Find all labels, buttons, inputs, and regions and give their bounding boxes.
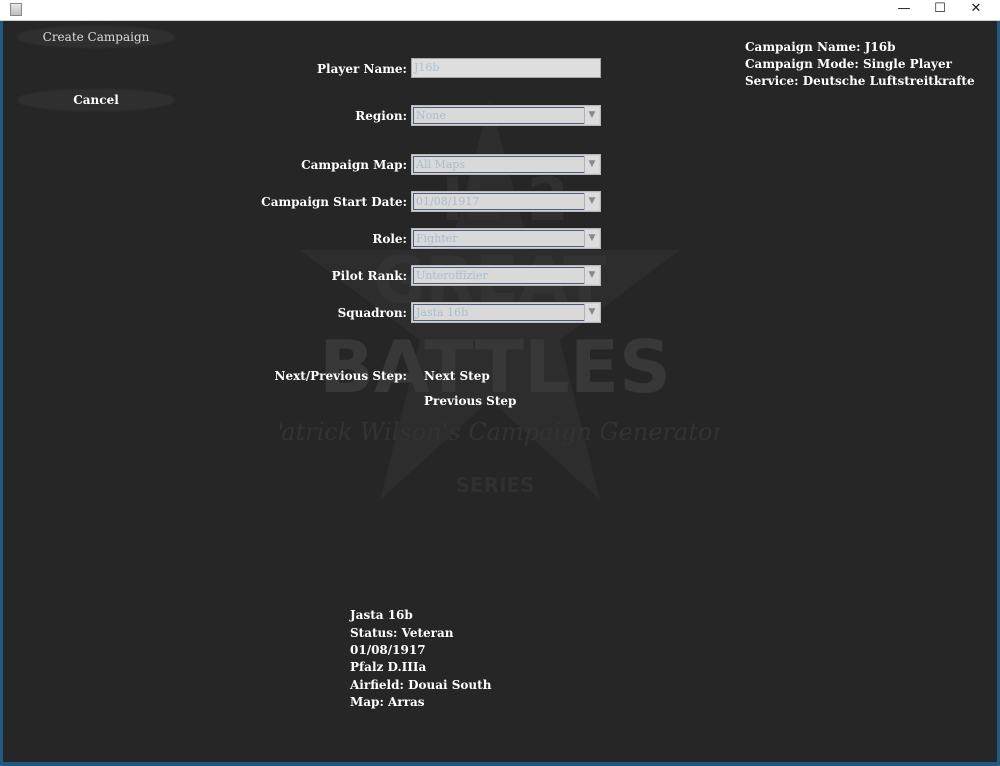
- pilot-rank-label: Pilot Rank:: [331, 269, 407, 283]
- start-date-select[interactable]: 01/08/1917 ▼: [411, 191, 601, 212]
- player-name-input[interactable]: J16b: [411, 58, 601, 78]
- campaign-map-select-value: All Maps: [413, 156, 585, 173]
- role-label: Role:: [372, 232, 407, 246]
- create-campaign-button[interactable]: Create Campaign: [18, 27, 174, 47]
- region-select[interactable]: None ▼: [411, 105, 601, 126]
- frame-edge-marker: [0, 430, 3, 442]
- cancel-button[interactable]: Cancel: [18, 90, 174, 110]
- squadron-aircraft-text: Pfalz D.IIIa: [350, 660, 427, 674]
- chevron-down-icon[interactable]: ▼: [584, 304, 599, 321]
- start-date-select-value: 01/08/1917: [413, 193, 585, 210]
- pilot-rank-select[interactable]: Unteroffizier ▼: [411, 265, 601, 286]
- next-step-button[interactable]: Next Step: [424, 369, 490, 383]
- squadron-airfield-text: Airfield: Douai South: [350, 678, 492, 692]
- minimize-button[interactable]: —: [886, 0, 922, 20]
- campaign-map-select[interactable]: All Maps ▼: [411, 154, 601, 175]
- region-select-value: None: [413, 107, 585, 124]
- campaign-map-label: Campaign Map:: [301, 158, 407, 172]
- pilot-rank-select-value: Unteroffizier: [413, 267, 585, 284]
- service-text: Service: Deutsche Luftstreitkrafte: [745, 74, 975, 88]
- java-app-icon: [10, 3, 22, 16]
- chevron-down-icon[interactable]: ▼: [584, 193, 599, 210]
- close-button[interactable]: ✕: [958, 0, 994, 20]
- squadron-status-text: Status: Veteran: [350, 626, 454, 640]
- next-previous-step-label: Next/Previous Step:: [274, 369, 407, 383]
- previous-step-button[interactable]: Previous Step: [424, 394, 516, 408]
- frame-edge-marker: [0, 308, 3, 320]
- title-bar: — ☐ ✕: [0, 0, 1000, 21]
- frame-edge-marker: [0, 184, 3, 196]
- squadron-select-value: Jasta 16b: [413, 304, 585, 321]
- role-select[interactable]: Fighter ▼: [411, 228, 601, 249]
- region-label: Region:: [355, 109, 407, 123]
- chevron-down-icon[interactable]: ▼: [584, 230, 599, 247]
- campaign-name-text: Campaign Name: J16b: [745, 40, 896, 54]
- start-date-label: Campaign Start Date:: [261, 195, 407, 209]
- maximize-button[interactable]: ☐: [922, 0, 958, 20]
- squadron-select[interactable]: Jasta 16b ▼: [411, 302, 601, 323]
- player-name-label: Player Name:: [317, 62, 407, 76]
- chevron-down-icon[interactable]: ▼: [584, 267, 599, 284]
- chevron-down-icon[interactable]: ▼: [584, 107, 599, 124]
- role-select-value: Fighter: [413, 230, 585, 247]
- squadron-date-text: 01/08/1917: [350, 643, 426, 657]
- frame-edge-marker: [0, 552, 3, 564]
- campaign-mode-text: Campaign Mode: Single Player: [745, 57, 952, 71]
- squadron-label: Squadron:: [337, 306, 407, 320]
- squadron-name-text: Jasta 16b: [350, 608, 413, 622]
- squadron-map-text: Map: Arras: [350, 695, 425, 709]
- chevron-down-icon[interactable]: ▼: [584, 156, 599, 173]
